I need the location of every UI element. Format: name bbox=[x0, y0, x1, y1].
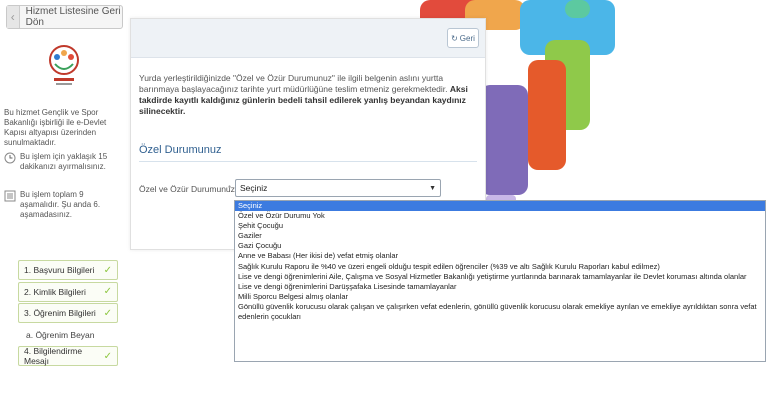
decorative-shape bbox=[480, 85, 528, 195]
step-label: 1. Başvuru Bilgileri bbox=[24, 265, 95, 275]
step-education-info[interactable]: 3. Öğrenim Bilgileri ✓ bbox=[18, 303, 118, 323]
time-info-text: Bu işlem için yaklaşık 15 dakikanızı ayı… bbox=[20, 152, 108, 171]
back-button[interactable]: ↻ Geri bbox=[447, 28, 479, 48]
refresh-icon: ↻ bbox=[451, 33, 458, 43]
decorative-shape bbox=[565, 0, 590, 18]
panel-header: ↻ Geri bbox=[131, 19, 485, 58]
chevron-down-icon: ▼ bbox=[429, 184, 436, 192]
required-mark: * bbox=[228, 184, 232, 193]
clock-icon bbox=[4, 152, 16, 164]
step-label: 2. Kimlik Bilgileri bbox=[24, 286, 86, 297]
step-label: a. Öğrenim Beyan bbox=[26, 329, 95, 340]
stage-info: Bu işlem toplam 9 aşamalıdır. Şu anda 6.… bbox=[4, 190, 120, 220]
special-status-dropdown: Seçiniz Özel ve Özür Durumu Yok Şehit Ço… bbox=[234, 200, 766, 362]
back-button-label: Hizmet Listesine Geri Dön bbox=[25, 6, 121, 28]
step-identity-info[interactable]: 2. Kimlik Bilgileri ✓ bbox=[18, 281, 118, 302]
step-list: 1. Başvuru Bilgileri ✓ 2. Kimlik Bilgile… bbox=[18, 260, 118, 368]
step-label: 4. Bilgilendirme Mesajı bbox=[24, 346, 83, 366]
back-to-service-list-button[interactable]: ‹ Hizmet Listesine Geri Dön bbox=[6, 5, 123, 29]
dropdown-option[interactable]: Anne ve Babası (Her ikisi de) vefat etmi… bbox=[235, 251, 765, 261]
section-title: Özel Durumunuz bbox=[139, 144, 222, 156]
check-icon: ✓ bbox=[103, 286, 112, 297]
dropdown-option[interactable]: Seçiniz bbox=[235, 201, 765, 212]
time-info: Bu işlem için yaklaşık 15 dakikanızı ayı… bbox=[4, 152, 120, 172]
dropdown-option[interactable]: Lise ve dengi öğrenimlerini Aile, Çalışm… bbox=[235, 272, 765, 282]
sidebar: Bu hizmet Gençlik ve Spor Bakanlığı işbi… bbox=[0, 32, 122, 395]
service-description: Bu hizmet Gençlik ve Spor Bakanlığı işbi… bbox=[4, 108, 107, 147]
ministry-logo bbox=[49, 45, 79, 85]
dropdown-option[interactable]: Milli Sporcu Belgesi almış olanlar bbox=[235, 292, 765, 302]
step-education-declaration[interactable]: a. Öğrenim Beyan bbox=[18, 325, 118, 345]
list-icon bbox=[4, 190, 16, 202]
dropdown-option[interactable]: Gazi Çocuğu bbox=[235, 241, 765, 251]
step-notification-message[interactable]: 4. Bilgilendirme Mesajı ✓ bbox=[18, 346, 118, 366]
special-status-select[interactable]: Seçiniz ▼ bbox=[235, 179, 441, 197]
dropdown-option[interactable]: Gönüllü güvenlik korucusu olarak çalışan… bbox=[235, 302, 765, 322]
select-value: Seçiniz bbox=[240, 183, 268, 193]
divider bbox=[139, 161, 477, 162]
step-application-info[interactable]: 1. Başvuru Bilgileri ✓ bbox=[18, 260, 118, 280]
check-icon: ✓ bbox=[103, 350, 112, 362]
warning-text: Yurda yerleştirildiğinizde "Özel ve Özür… bbox=[139, 73, 469, 117]
back-button-label: Geri bbox=[459, 33, 475, 43]
dropdown-option[interactable]: Gaziler bbox=[235, 231, 765, 241]
dropdown-option[interactable]: Şehit Çocuğu bbox=[235, 221, 765, 231]
step-label: 3. Öğrenim Bilgileri bbox=[24, 308, 96, 318]
field-label: Özel ve Özür Durumunuz bbox=[139, 184, 235, 194]
check-icon: ✓ bbox=[103, 307, 112, 319]
warning-normal: Yurda yerleştirildiğinizde "Özel ve Özür… bbox=[139, 73, 448, 94]
check-icon: ✓ bbox=[103, 264, 112, 276]
dropdown-option[interactable]: Lise ve dengi öğrenimlerini Darüşşafaka … bbox=[235, 282, 765, 292]
dropdown-option[interactable]: Sağlık Kurulu Raporu ile %40 ve üzeri en… bbox=[235, 262, 765, 272]
decorative-shape bbox=[528, 60, 566, 170]
chevron-left-icon: ‹ bbox=[7, 6, 20, 28]
stage-info-text: Bu işlem toplam 9 aşamalıdır. Şu anda 6.… bbox=[20, 190, 101, 219]
dropdown-option[interactable]: Özel ve Özür Durumu Yok bbox=[235, 211, 765, 221]
